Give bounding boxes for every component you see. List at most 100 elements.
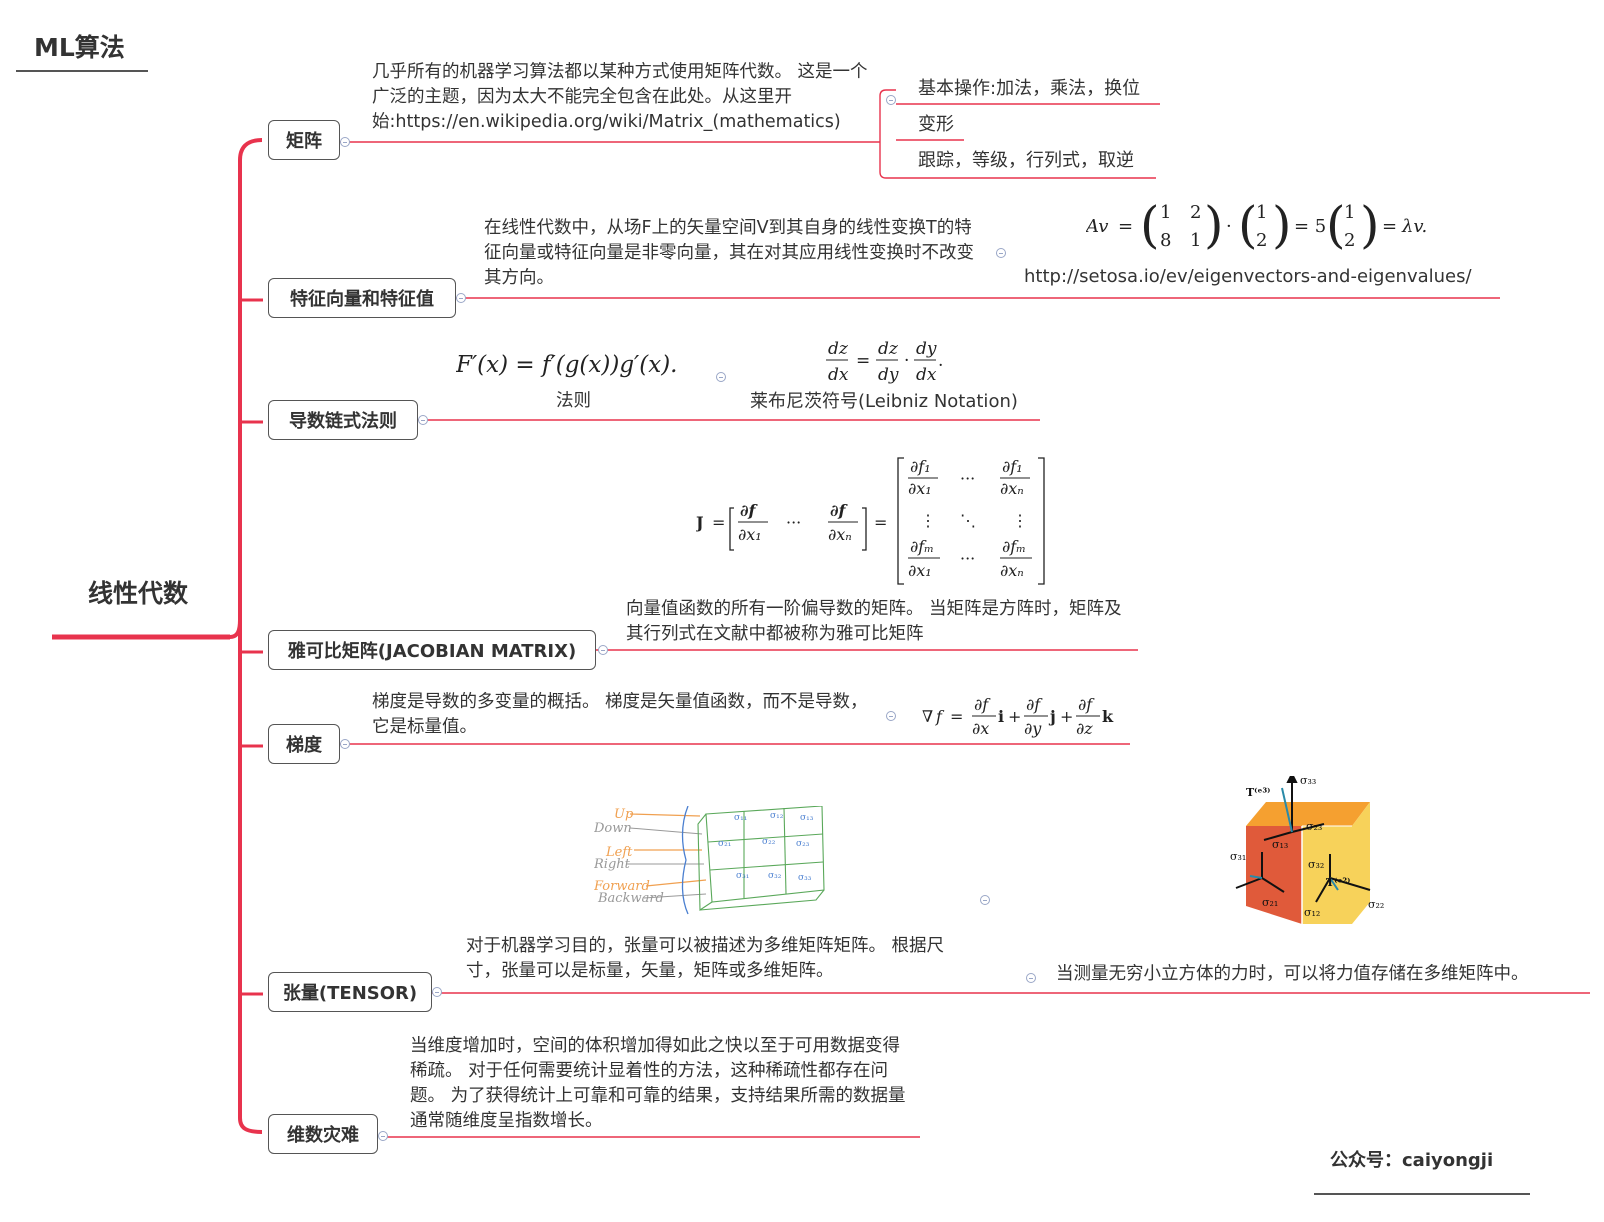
svg-text:σ₁₃: σ₁₃ (800, 813, 814, 823)
svg-text:σ₁₁: σ₁₁ (734, 813, 747, 823)
svg-text:+: + (1008, 707, 1021, 726)
svg-text:···: ··· (786, 513, 801, 532)
svg-text:∂f: ∂f (740, 501, 759, 520)
svg-text:f: f (935, 707, 945, 726)
svg-text:·: · (1226, 216, 1232, 237)
collapse-toggle[interactable] (340, 739, 350, 749)
svg-text:σ₂₂: σ₂₂ (762, 837, 776, 847)
eigen-link[interactable]: http://setosa.io/ev/eigenvectors-and-eig… (1024, 264, 1472, 289)
svg-text:=: = (856, 351, 870, 371)
svg-text:σ₂₂: σ₂₂ (1368, 898, 1384, 911)
collapse-toggle[interactable] (598, 645, 608, 655)
svg-text:⋱: ⋱ (960, 511, 976, 530)
svg-text:∇: ∇ (922, 707, 933, 726)
svg-text:dy: dy (878, 365, 899, 385)
svg-text:=: = (1382, 216, 1397, 237)
svg-text:∂x₁: ∂x₁ (738, 525, 762, 544)
svg-text:F′(x) = f′(g(x))g′(x).: F′(x) = f′(g(x))g′(x). (456, 352, 678, 378)
svg-text:σ₁₃: σ₁₃ (1272, 838, 1288, 851)
eigen-description: 在线性代数中，从场F上的矢量空间V到其自身的线性变换T的特征向量或特征向量是非零… (484, 218, 974, 288)
svg-text:σ₃₁: σ₃₁ (1230, 850, 1246, 863)
collapse-toggle[interactable] (1026, 973, 1036, 983)
jacobian-description: 向量值函数的所有一阶偏导数的矩阵。 当矩阵是方阵时，矩阵及其行列式在文献中都被称… (626, 599, 1122, 644)
node-gradient[interactable]: 梯度 (268, 724, 340, 764)
svg-text:σ₂₃: σ₂₃ (796, 839, 810, 849)
svg-text:∂xₙ: ∂xₙ (828, 525, 852, 544)
svg-text:1: 1 (1256, 202, 1267, 223)
node-curse-of-dimensionality[interactable]: 维数灾难 (268, 1114, 378, 1154)
svg-text:∂x₁: ∂x₁ (908, 561, 932, 580)
svg-text:.: . (938, 351, 943, 371)
collapse-toggle[interactable] (432, 987, 442, 997)
node-eigen[interactable]: 特征向量和特征值 (268, 278, 456, 318)
collapse-toggle[interactable] (456, 293, 466, 303)
svg-text:Av: Av (1086, 216, 1108, 237)
svg-text:σ₃₁: σ₃₁ (736, 871, 749, 881)
svg-text:σ₃₂: σ₃₂ (768, 871, 782, 881)
svg-text:λv.: λv. (1401, 216, 1427, 237)
svg-text:∂f: ∂f (974, 695, 991, 714)
svg-text:T⁽ᵉ²⁾: T⁽ᵉ²⁾ (1326, 876, 1350, 889)
matrix-child-2[interactable]: 变形 (918, 112, 954, 137)
svg-text:2: 2 (1190, 202, 1201, 223)
svg-text:i: i (998, 707, 1004, 726)
svg-text:=: = (874, 513, 887, 532)
svg-text:∂f: ∂f (830, 501, 849, 520)
footer-account: 公众号：caiyongji (1330, 1150, 1494, 1171)
node-jacobian[interactable]: 雅可比矩阵(JACOBIAN MATRIX) (268, 630, 596, 670)
tensor-description: 对于机器学习目的，张量可以被描述为多维矩阵矩阵。 根据尺寸，张量可以是标量，矢量… (466, 936, 945, 981)
collapse-toggle[interactable] (980, 895, 990, 905)
svg-text:⋮: ⋮ (920, 511, 936, 530)
svg-text:∂f₁: ∂f₁ (910, 457, 931, 476)
svg-text:σ₃₂: σ₃₂ (1308, 858, 1324, 871)
svg-text:∂fₘ: ∂fₘ (910, 537, 934, 556)
collapse-toggle[interactable] (340, 137, 350, 147)
svg-text:σ₃₃: σ₃₃ (798, 873, 812, 883)
collapse-toggle[interactable] (716, 372, 726, 382)
svg-text:8: 8 (1160, 230, 1171, 251)
collapse-toggle[interactable] (418, 415, 428, 425)
collapse-toggle[interactable] (378, 1131, 388, 1141)
svg-text:(: ( (1238, 198, 1258, 254)
svg-text:J: J (696, 513, 704, 532)
matrix-child-1[interactable]: 基本操作:加法，乘法，换位 (918, 76, 1140, 101)
svg-text:+: + (1060, 707, 1073, 726)
svg-text:(: ( (1140, 198, 1160, 254)
svg-text:∂xₙ: ∂xₙ (1000, 479, 1024, 498)
collapse-toggle[interactable] (996, 248, 1006, 258)
svg-text:···: ··· (960, 469, 975, 488)
svg-text:= 5: = 5 (1294, 216, 1326, 237)
chain-rule-label: 法则 (556, 391, 591, 411)
gradient-description: 梯度是导数的多变量的概括。 梯度是矢量值函数，而不是导数，它是标量值。 (372, 692, 868, 737)
leibniz-formula: dzdx = dzdy · dydx . (826, 339, 943, 385)
svg-text:=: = (950, 707, 963, 726)
collapse-toggle[interactable] (886, 711, 896, 721)
svg-text:): ) (1204, 198, 1224, 254)
collapse-toggle[interactable] (886, 95, 896, 105)
root-topic[interactable]: 线性代数 (88, 574, 188, 610)
svg-text:k: k (1102, 707, 1114, 726)
gradient-formula: ∇ f = ∂f∂x i + ∂f∂y j + ∂f∂z k (922, 695, 1114, 738)
svg-text:∂z: ∂z (1076, 719, 1093, 738)
svg-text:dx: dx (828, 365, 849, 385)
matrix-child-3[interactable]: 跟踪，等级，行列式，取逆 (918, 148, 1134, 173)
svg-text:1: 1 (1160, 202, 1171, 223)
chain-rule-formula: F′(x) = f′(g(x))g′(x). (456, 352, 678, 378)
svg-text:1: 1 (1190, 230, 1201, 251)
svg-text:σ₁₂: σ₁₂ (770, 811, 784, 821)
node-matrix[interactable]: 矩阵 (268, 120, 340, 160)
svg-text:∂fₘ: ∂fₘ (1002, 537, 1026, 556)
node-tensor[interactable]: 张量(TENSOR) (268, 972, 432, 1012)
svg-text:T⁽ᵉ³⁾: T⁽ᵉ³⁾ (1246, 786, 1270, 799)
svg-text:∂f: ∂f (1026, 695, 1043, 714)
page-title: ML算法 (34, 33, 125, 62)
svg-text:σ₂₃: σ₂₃ (1306, 820, 1322, 833)
node-chain-rule[interactable]: 导数链式法则 (268, 400, 418, 440)
svg-text:···: ··· (960, 549, 975, 568)
svg-text:σ₁₂: σ₁₂ (1304, 906, 1320, 919)
svg-text:j: j (1048, 707, 1056, 726)
stress-cube: σ₃₃T⁽ᵉ³⁾ σ₂₃σ₁₃ σ₃₁σ₃₂ T⁽ᵉ¹⁾T⁽ᵉ²⁾ σ₁₁σ₂₁… (1220, 776, 1384, 924)
svg-text:∂xₙ: ∂xₙ (1000, 561, 1024, 580)
footer-underline (1314, 1193, 1530, 1195)
svg-text:σ₃₃: σ₃₃ (1300, 776, 1316, 787)
